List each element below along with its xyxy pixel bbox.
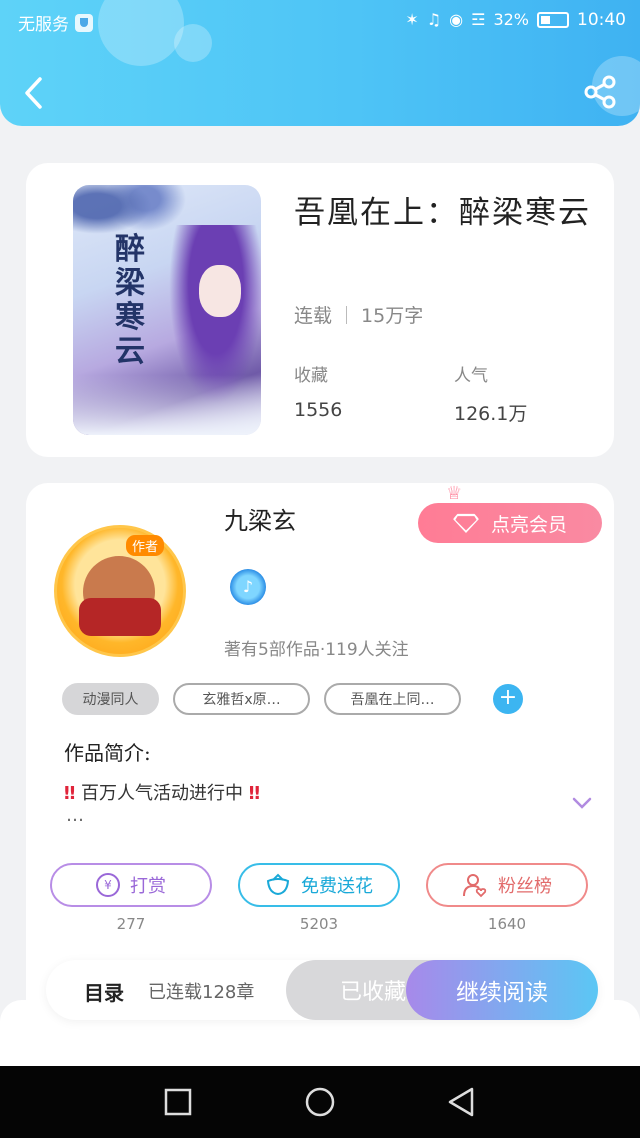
fans-ranking-label: 粉丝榜: [498, 876, 552, 897]
fans-icon: [463, 874, 487, 898]
fans-ranking-button[interactable]: 粉丝榜: [426, 863, 588, 907]
tag-chip[interactable]: 玄雅哲x原…: [173, 683, 310, 715]
send-flower-label: 免费送花: [301, 876, 373, 897]
tag-chip[interactable]: 吾凰在上同…: [324, 683, 461, 715]
flower-count: 5203: [299, 915, 339, 933]
flower-icon: [266, 873, 290, 896]
vip-button-label: 点亮会员: [490, 513, 567, 536]
circle-icon: [305, 1087, 335, 1117]
mute-icon: ♫: [426, 10, 442, 29]
popularity-value: 126.1万: [454, 403, 528, 425]
clock: 10:40: [577, 10, 626, 30]
book-meta: 连载 15万字: [294, 301, 423, 328]
favorites-value: 1556: [294, 399, 343, 421]
chevron-left-icon: [25, 77, 42, 109]
cover-title-art: 醉梁寒云: [115, 232, 145, 369]
author-name[interactable]: 九梁玄: [224, 501, 296, 536]
triangle-back-icon: [448, 1087, 474, 1117]
book-cover[interactable]: 醉梁寒云: [73, 185, 261, 435]
share-button[interactable]: [582, 74, 618, 110]
fans-count: 1640: [487, 915, 527, 933]
book-info-card: 醉梁寒云 吾凰在上：醉梁寒云 连载 15万字 收藏 1556 人气 126.1万: [26, 163, 614, 457]
yen-icon: ¥: [96, 873, 120, 897]
intro-text: ‼ 百万人气活动进行中 ‼: [64, 779, 260, 805]
tag-chip[interactable]: 动漫同人: [62, 683, 159, 715]
reading-action-bar: 目录 已连载128章 已收藏 继续阅读: [46, 960, 598, 1020]
divider: [346, 305, 348, 324]
intro-ellipsis: …: [66, 805, 84, 826]
cover-character-face: [199, 265, 241, 317]
add-tag-button[interactable]: +: [493, 684, 523, 714]
battery-icon: [537, 12, 569, 28]
reward-count: 277: [116, 915, 146, 933]
diamond-icon: [452, 513, 479, 533]
vip-button[interactable]: 点亮会员: [418, 503, 602, 543]
carrier-label: 无服务: [18, 15, 69, 35]
chapter-count[interactable]: 已连载128章: [148, 978, 254, 1004]
author-avatar[interactable]: [54, 525, 186, 657]
medal-icon[interactable]: ♪: [230, 569, 266, 605]
recent-apps-button[interactable]: [158, 1084, 198, 1120]
reward-label: 打赏: [130, 876, 166, 897]
tag-list: 动漫同人 玄雅哲x原… 吾凰在上同… +: [62, 683, 523, 715]
square-icon: [164, 1088, 192, 1116]
system-navigation-bar: [0, 1066, 640, 1138]
favorites-label: 收藏: [294, 366, 328, 386]
reward-button[interactable]: ¥ 打赏: [50, 863, 212, 907]
wifi-icon: ☲: [471, 10, 486, 29]
cover-fog: [73, 375, 261, 435]
battery-percent: 32%: [493, 10, 529, 29]
popularity-label: 人气: [454, 366, 488, 386]
book-title: 吾凰在上：醉梁寒云: [294, 195, 591, 231]
author-badge: 作者: [126, 535, 165, 556]
toc-button[interactable]: 目录: [84, 977, 124, 1006]
crown-icon: ♕: [446, 483, 463, 504]
double-exclamation-icon: ‼: [248, 783, 261, 804]
nav-back-button[interactable]: [442, 1084, 482, 1120]
send-flower-button[interactable]: 免费送花: [238, 863, 400, 907]
author-card: 作者 九梁玄 ♪ 著有5部作品·119人关注 ♕ 点亮会员 动漫同人 玄雅哲x原…: [26, 483, 614, 1043]
author-stats: 著有5部作品·119人关注: [224, 640, 409, 660]
status-bar: 无服务 ✶ ♫ ◉ ☲ 32% 10:40: [0, 0, 640, 42]
intro-text-content: 百万人气活动进行中: [81, 783, 244, 804]
chevron-down-icon: [572, 797, 592, 809]
share-icon: [584, 75, 616, 109]
shield-icon: [75, 13, 93, 32]
bluetooth-icon: ✶: [405, 10, 419, 29]
back-button[interactable]: [18, 74, 52, 112]
word-count: 15万字: [361, 305, 424, 327]
book-status: 连载: [294, 305, 333, 327]
intro-label: 作品简介:: [64, 741, 151, 765]
home-button[interactable]: [300, 1084, 340, 1120]
eye-icon: ◉: [449, 10, 464, 29]
avatar-scarf: [79, 598, 161, 636]
double-exclamation-icon: ‼: [64, 783, 76, 804]
app-header: 无服务 ✶ ♫ ◉ ☲ 32% 10:40: [0, 0, 640, 126]
continue-reading-button[interactable]: 继续阅读: [406, 960, 598, 1020]
expand-intro-button[interactable]: [572, 795, 592, 809]
